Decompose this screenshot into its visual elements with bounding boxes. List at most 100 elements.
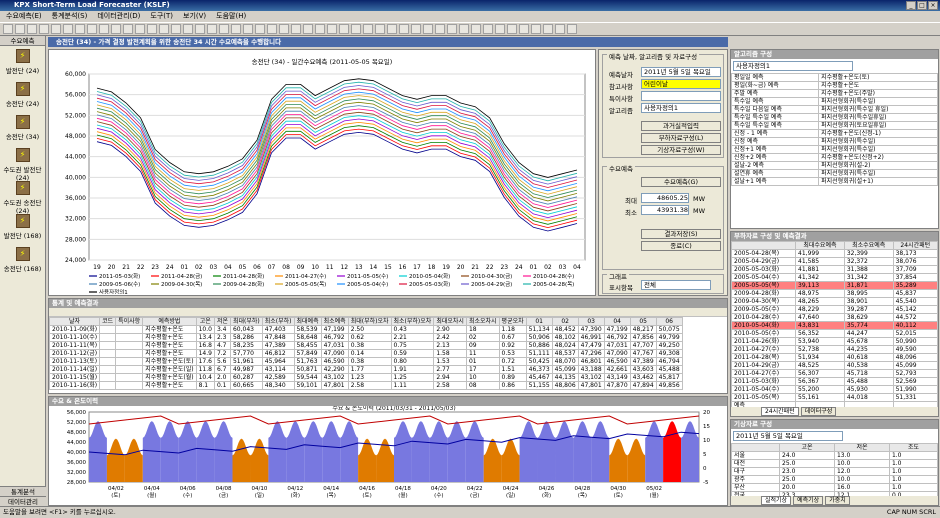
nav-item[interactable]: ⚡ 송전단 (34) <box>0 112 45 145</box>
nav-stats-button[interactable]: 통계분석 <box>0 486 46 496</box>
table-row[interactable]: 신정 예측 퍼지선형회귀(특수일) <box>731 137 938 146</box>
toolbar-icon[interactable] <box>135 24 145 34</box>
nav-item[interactable]: ⚡ 수도권 발전단 (24) <box>0 145 45 182</box>
toolbar-icon[interactable] <box>279 24 289 34</box>
toolbar-icon[interactable] <box>495 24 505 34</box>
table-row[interactable]: 2005-05-05(목) 39,113 31,871 35,289 <box>731 281 938 290</box>
column-header[interactable]: 05 <box>629 317 657 326</box>
table-row[interactable]: 광주 25.0 10.0 1.0 <box>731 475 938 484</box>
toolbar-icon[interactable] <box>123 24 133 34</box>
special-input[interactable] <box>641 91 721 101</box>
maximize-icon[interactable]: □ <box>917 1 927 10</box>
table-row[interactable]: 2011-04-26(화) 53,940 45,678 50,990 <box>731 337 938 346</box>
toolbar-icon[interactable] <box>315 24 325 34</box>
toolbar-icon[interactable] <box>267 24 277 34</box>
table-row[interactable]: 설날-2 예측 퍼지선형회귀(설-2) <box>731 161 938 170</box>
toolbar-icon[interactable] <box>39 24 49 34</box>
toolbar-icon[interactable] <box>99 24 109 34</box>
table-row[interactable]: 특수일 특수일 예측 퍼지선형회귀(토요일휴일) <box>731 121 938 130</box>
toolbar-icon[interactable] <box>243 24 253 34</box>
toolbar-icon[interactable] <box>459 24 469 34</box>
toolbar-icon[interactable] <box>291 24 301 34</box>
toolbar-icon[interactable] <box>207 24 217 34</box>
toolbar-icon[interactable] <box>183 24 193 34</box>
table-row[interactable]: 2009-05-05(수) 48,229 39,287 45,142 <box>731 305 938 314</box>
toolbar-icon[interactable] <box>255 24 265 34</box>
column-header[interactable]: 날자 <box>49 317 101 326</box>
toolbar-icon[interactable] <box>75 24 85 34</box>
close-button[interactable]: 종료(C) <box>641 241 721 251</box>
toolbar-icon[interactable] <box>543 24 553 34</box>
toolbar-icon[interactable] <box>399 24 409 34</box>
column-header[interactable]: 평균오차 <box>498 317 527 326</box>
table-row[interactable]: 2005-05-03(화) 41,881 31,388 37,709 <box>731 265 938 274</box>
ref-input[interactable]: 어린이날 <box>641 79 721 89</box>
toolbar-icon[interactable] <box>339 24 349 34</box>
table-row[interactable]: 2011-04-28(목) 51,934 40,618 48,096 <box>731 353 938 362</box>
toolbar-icon[interactable] <box>363 24 373 34</box>
table-row[interactable]: 2005-04-29(금) 41,585 32,372 38,076 <box>731 257 938 266</box>
table-row[interactable]: 주말 예측 지수평활+온도(주말) <box>731 89 938 98</box>
toolbar-icon[interactable] <box>471 24 481 34</box>
tab[interactable]: 예측기상 <box>793 496 824 505</box>
column-header[interactable] <box>731 241 797 250</box>
tab[interactable]: 가중치 <box>825 496 850 505</box>
column-header[interactable]: 최대예측 <box>293 317 322 326</box>
toolbar-icon[interactable] <box>159 24 169 34</box>
table-row[interactable]: 2011-04-27(수) 56,307 45,718 52,793 <box>731 369 938 378</box>
table-row[interactable]: 특수일 특수일 예측 퍼지선형회귀(특수일휴일) <box>731 113 938 122</box>
toolbar-icon[interactable] <box>351 24 361 34</box>
menu-item[interactable]: 데이터관리(D) <box>97 11 140 22</box>
menu-item[interactable]: 수요예측(E) <box>6 11 42 22</box>
column-header[interactable]: 03 <box>577 317 605 326</box>
toolbar-icon[interactable] <box>15 24 25 34</box>
column-header[interactable]: 조도 <box>888 443 938 452</box>
column-header[interactable]: 코드 <box>99 317 117 326</box>
tab[interactable]: 데이터구성 <box>800 407 837 416</box>
column-header[interactable]: 고온 <box>779 443 835 452</box>
algo-dropdown[interactable]: 사용자정의1 <box>733 61 853 71</box>
toolbar-icon[interactable] <box>147 24 157 34</box>
toolbar-icon[interactable] <box>423 24 433 34</box>
nav-item[interactable]: ⚡ 발전단 (24) <box>0 46 45 79</box>
toolbar-icon[interactable] <box>195 24 205 34</box>
table-row[interactable]: 평일(화~금) 예측 지수평활+온도 <box>731 81 938 90</box>
toolbar-icon[interactable] <box>519 24 529 34</box>
toolbar-icon[interactable] <box>435 24 445 34</box>
column-header[interactable]: 최대(부하)오차 <box>347 317 392 326</box>
column-header[interactable]: 최소(부하) <box>261 317 295 326</box>
column-header[interactable]: 최소(부하)오차 <box>390 317 435 326</box>
column-header[interactable] <box>731 443 781 452</box>
table-row[interactable]: 2011-05-04(수) 55,200 45,930 51,990 <box>731 385 938 394</box>
minimize-icon[interactable]: _ <box>906 1 916 10</box>
toolbar-icon[interactable] <box>231 24 241 34</box>
column-header[interactable]: 저온 <box>833 443 890 452</box>
table-row[interactable]: 2010-11-16(화) 지수평활+온도 8.1 0.1 60,665 48,340 59… <box>49 381 683 390</box>
display-select[interactable]: 전체 <box>641 280 711 290</box>
nav-data-button[interactable]: 데이터관리 <box>0 496 46 506</box>
table-row[interactable]: 2010-11-14(일) 지수평활+온도(일) 11.8 6.7 49,987 43,1… <box>49 365 683 374</box>
column-header[interactable]: 24시간패턴 <box>892 241 938 250</box>
column-header[interactable]: 04 <box>603 317 631 326</box>
table-row[interactable]: 2010-11-11(목) 지수평활+온도 16.8 4.7 58,235 47,389 5… <box>49 341 683 350</box>
menu-item[interactable]: 보기(V) <box>183 11 206 22</box>
toolbar-icon[interactable] <box>87 24 97 34</box>
weather-config-button[interactable]: 기상자료구성(W) <box>641 145 721 155</box>
table-row[interactable]: 2011-04-29(금) 48,525 40,538 45,099 <box>731 361 938 370</box>
table-row[interactable]: 2010-05-05(수) 56,352 44,247 52,015 <box>731 329 938 338</box>
table-row[interactable]: 2010-11-10(수) 지수평활+온도 13.4 2.3 58,286 47,848 5… <box>49 333 683 342</box>
toolbar-icon[interactable] <box>3 24 13 34</box>
toolbar-icon[interactable] <box>51 24 61 34</box>
toolbar-icon[interactable] <box>411 24 421 34</box>
toolbar-icon[interactable] <box>531 24 541 34</box>
table-row[interactable]: 신정+1 예측 퍼지선형회귀(특수일) <box>731 145 938 154</box>
toolbar-icon[interactable] <box>567 24 577 34</box>
tab[interactable]: 실적기상 <box>761 496 792 505</box>
nav-item[interactable]: ⚡ 송전단 (24) <box>0 79 45 112</box>
table-row[interactable]: 신정 - 1 예측 지수평활+온도(신정-1) <box>731 129 938 138</box>
table-row[interactable]: 2005-04-28(목) 41,999 32,399 38,173 <box>731 249 938 258</box>
toolbar-icon[interactable] <box>303 24 313 34</box>
toolbar-icon[interactable] <box>111 24 121 34</box>
toolbar-icon[interactable] <box>447 24 457 34</box>
column-header[interactable]: 최소오차시 <box>465 317 500 326</box>
